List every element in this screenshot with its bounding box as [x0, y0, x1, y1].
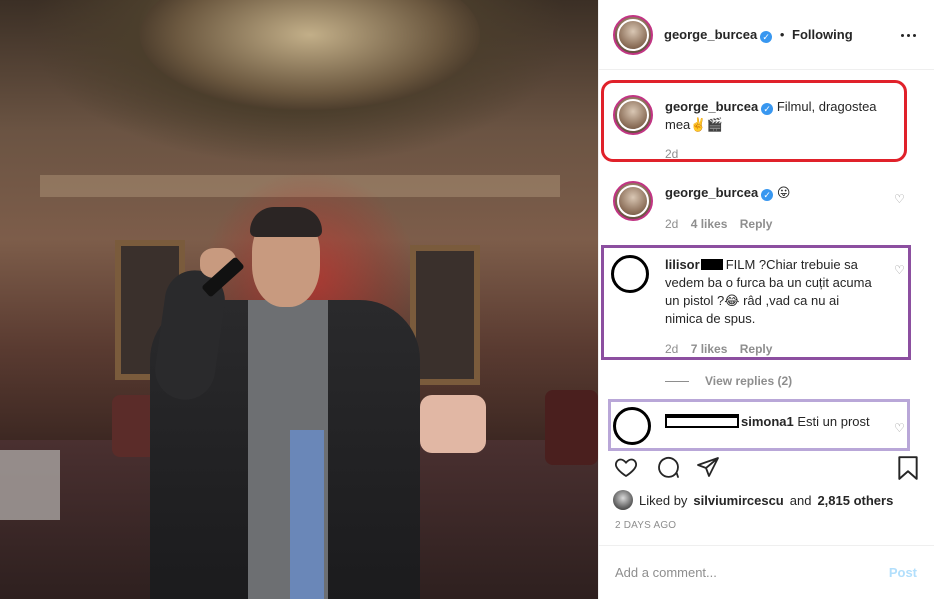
man-hair [250, 207, 322, 237]
bookmark-icon[interactable] [897, 455, 919, 481]
more-icon[interactable] [901, 28, 917, 42]
pink-armchair [420, 395, 486, 453]
liked-by-conj: and [789, 492, 812, 508]
post-button[interactable]: Post [889, 565, 917, 580]
comment-age: 2d [665, 217, 679, 231]
verified-badge-icon: ✓ [761, 189, 774, 201]
header-username[interactable]: george_burcea [664, 27, 757, 42]
likes-others[interactable]: 2,815 others [817, 493, 893, 508]
comment-1-meta: 2d 4 likes Reply [665, 217, 772, 231]
highlight-box-lavender [608, 399, 910, 451]
mirror-right [410, 245, 480, 385]
reply-button[interactable]: Reply [740, 217, 773, 231]
heart-icon[interactable] [613, 455, 639, 479]
man-scarf [290, 430, 324, 599]
comment-icon[interactable] [655, 455, 681, 479]
post-timestamp[interactable]: 2 DAYS AGO [615, 520, 676, 531]
post-header: george_burcea ✓ • Following [599, 0, 934, 70]
liker-username[interactable]: silviumircescu [693, 493, 783, 508]
verified-badge-icon: ✓ [760, 31, 773, 43]
liker-avatar[interactable] [613, 490, 633, 510]
add-comment-bar: Post [599, 545, 934, 599]
header-separator: • [779, 27, 785, 42]
likes-row: Liked by silviumircescu and 2,815 others [613, 488, 893, 512]
comment-input[interactable] [615, 562, 865, 582]
action-bar [599, 452, 934, 486]
post-photo[interactable] [0, 0, 598, 599]
comment-like-icon[interactable]: ♡ [894, 193, 906, 205]
avatar[interactable] [613, 15, 653, 55]
replies-line [665, 381, 689, 382]
following-button[interactable]: Following [792, 27, 853, 42]
share-icon[interactable] [695, 455, 721, 479]
comment-likes[interactable]: 4 likes [691, 217, 728, 231]
armchair-right [545, 390, 598, 465]
comment-avatar[interactable] [613, 181, 653, 221]
highlight-box-red [601, 80, 907, 162]
comment-1: george_burcea ✓ 😛 [665, 185, 790, 201]
view-replies-button[interactable]: View replies (2) [705, 374, 792, 388]
header-user: george_burcea ✓ • Following [664, 27, 853, 43]
comment-username[interactable]: george_burcea [665, 185, 758, 200]
highlight-box-purple [601, 245, 911, 360]
stairs [0, 450, 60, 520]
ceiling-dome [140, 0, 480, 110]
liked-by-prefix: Liked by [639, 492, 688, 508]
comment-text: 😛 [776, 185, 791, 200]
